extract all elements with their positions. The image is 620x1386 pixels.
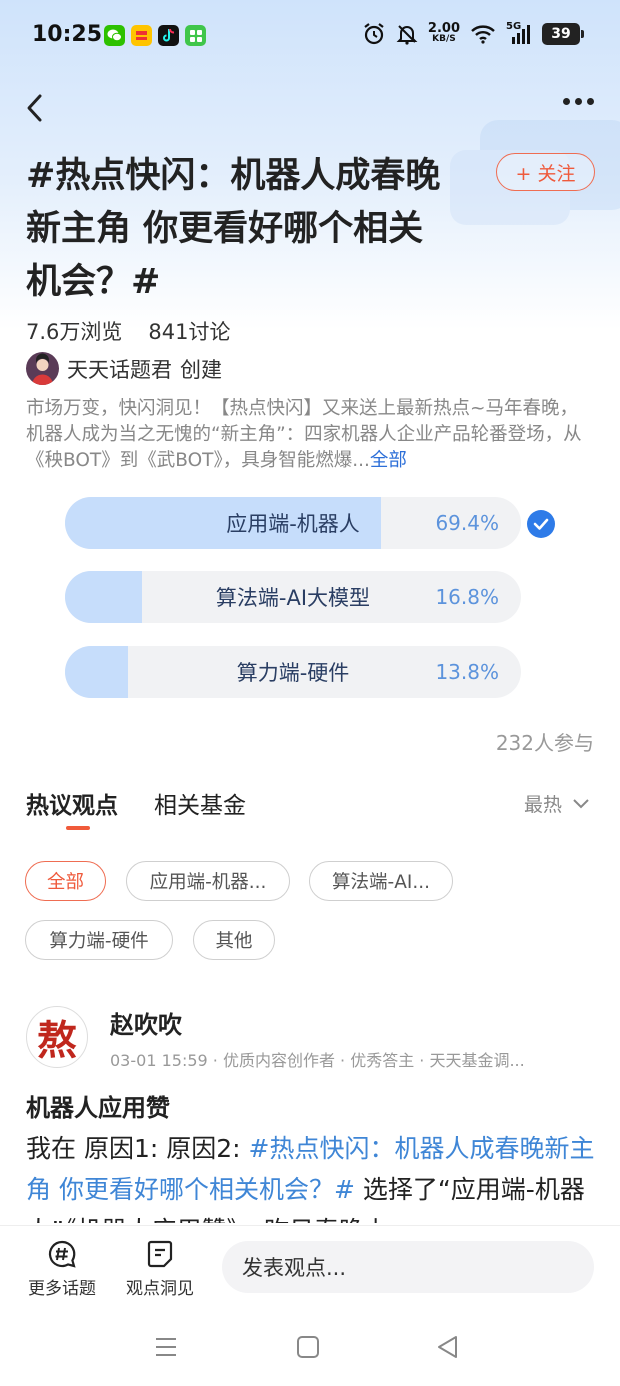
battery-icon: 39 <box>542 23 584 45</box>
content-tabs: 热议观点 相关基金 <box>26 786 246 830</box>
filter-chip-application[interactable]: 应用端-机器... <box>126 861 290 901</box>
wechat-icon <box>104 25 125 46</box>
creator-suffix: 创建 <box>180 357 222 382</box>
topic-description: 市场万变，快闪洞见！【热点快闪】又来送上最新热点~马年春晚，机器人成为当之无愧的… <box>26 398 582 471</box>
mute-icon <box>396 25 418 45</box>
top-nav <box>0 84 620 132</box>
wifi-icon <box>471 25 495 44</box>
more-options-icon[interactable] <box>563 98 594 105</box>
poll-option-percent: 69.4% <box>435 511 499 535</box>
tab-discussions[interactable]: 热议观点 <box>26 786 118 830</box>
creator-avatar <box>26 352 59 385</box>
sort-label: 最热 <box>523 794 562 816</box>
post-author-name[interactable]: 赵吹吹 <box>110 1005 182 1040</box>
topic-creator[interactable]: 天天话题君 创建 <box>26 352 222 385</box>
bottom-action-bar: 更多话题 观点洞见 发表观点... <box>0 1226 620 1314</box>
post-body[interactable]: 我在 原因1: 原因2: #热点快闪：机器人成春晚新主角 你更看好哪个相关机会？… <box>26 1128 596 1223</box>
document-icon <box>147 1240 173 1268</box>
net-speed: 2.00 KB/S <box>427 21 460 44</box>
poll-option-application[interactable]: 应用端-机器人 69.4% <box>65 497 521 549</box>
app-icon <box>131 25 152 46</box>
filter-chip-algorithm[interactable]: 算法端-AI... <box>309 861 453 901</box>
status-time: 10:25 <box>32 22 103 47</box>
system-navigation-bar <box>0 1314 620 1386</box>
tiktok-icon <box>158 25 179 46</box>
poll-option-percent: 16.8% <box>435 585 499 609</box>
comment-input[interactable]: 发表观点... <box>222 1241 594 1293</box>
chevron-down-icon <box>573 798 589 808</box>
insights-button[interactable]: 观点洞见 <box>120 1238 200 1299</box>
topic-stats: 7.6万浏览 841讨论 <box>26 316 231 346</box>
menu-icon[interactable] <box>153 1334 179 1360</box>
back-arrow-icon[interactable] <box>22 92 52 124</box>
app-store-icon <box>185 25 206 46</box>
system-indicators: 2.00 KB/S 5G 39 <box>362 21 584 46</box>
sort-dropdown[interactable]: 最热 <box>524 790 590 817</box>
back-triangle-icon[interactable] <box>435 1334 461 1360</box>
poll-option-percent: 13.8% <box>435 660 499 684</box>
poll-option-compute[interactable]: 算力端-硬件 13.8% <box>65 646 521 698</box>
more-topics-button[interactable]: 更多话题 <box>22 1238 102 1299</box>
discussions-count: 841讨论 <box>148 320 231 344</box>
participants-count: 232人参与 <box>495 731 594 755</box>
notification-icons <box>104 25 206 46</box>
filter-chip-compute[interactable]: 算力端-硬件 <box>25 920 173 960</box>
filter-chip-all[interactable]: 全部 <box>25 861 106 901</box>
tab-related-funds[interactable]: 相关基金 <box>154 786 246 820</box>
follow-button[interactable]: + 关注 <box>496 153 595 191</box>
views-count: 7.6万浏览 <box>26 320 123 344</box>
hashtag-bubble-icon <box>48 1240 76 1268</box>
status-bar: 10:25 2.00 KB/S 5G 39 <box>0 0 620 72</box>
signal-icon: 5G <box>506 21 532 45</box>
selected-check-icon <box>527 510 555 538</box>
post-author-avatar[interactable]: 熬 <box>26 1006 88 1068</box>
topic-title: #热点快闪：机器人成春晚 新主角 你更看好哪个相关 机会？# <box>26 156 441 302</box>
filter-chip-other[interactable]: 其他 <box>193 920 275 960</box>
alarm-icon <box>364 23 384 45</box>
poll-option-algorithm[interactable]: 算法端-AI大模型 16.8% <box>65 571 521 623</box>
creator-name: 天天话题君 <box>67 357 172 382</box>
post-meta: 03-01 15:59 · 优质内容创作者 · 优秀答主 · 天天基金调... <box>110 1051 525 1070</box>
home-icon[interactable] <box>295 1334 321 1360</box>
post-title[interactable]: 机器人应用赞 <box>26 1088 170 1123</box>
expand-link[interactable]: 全部 <box>370 450 407 471</box>
